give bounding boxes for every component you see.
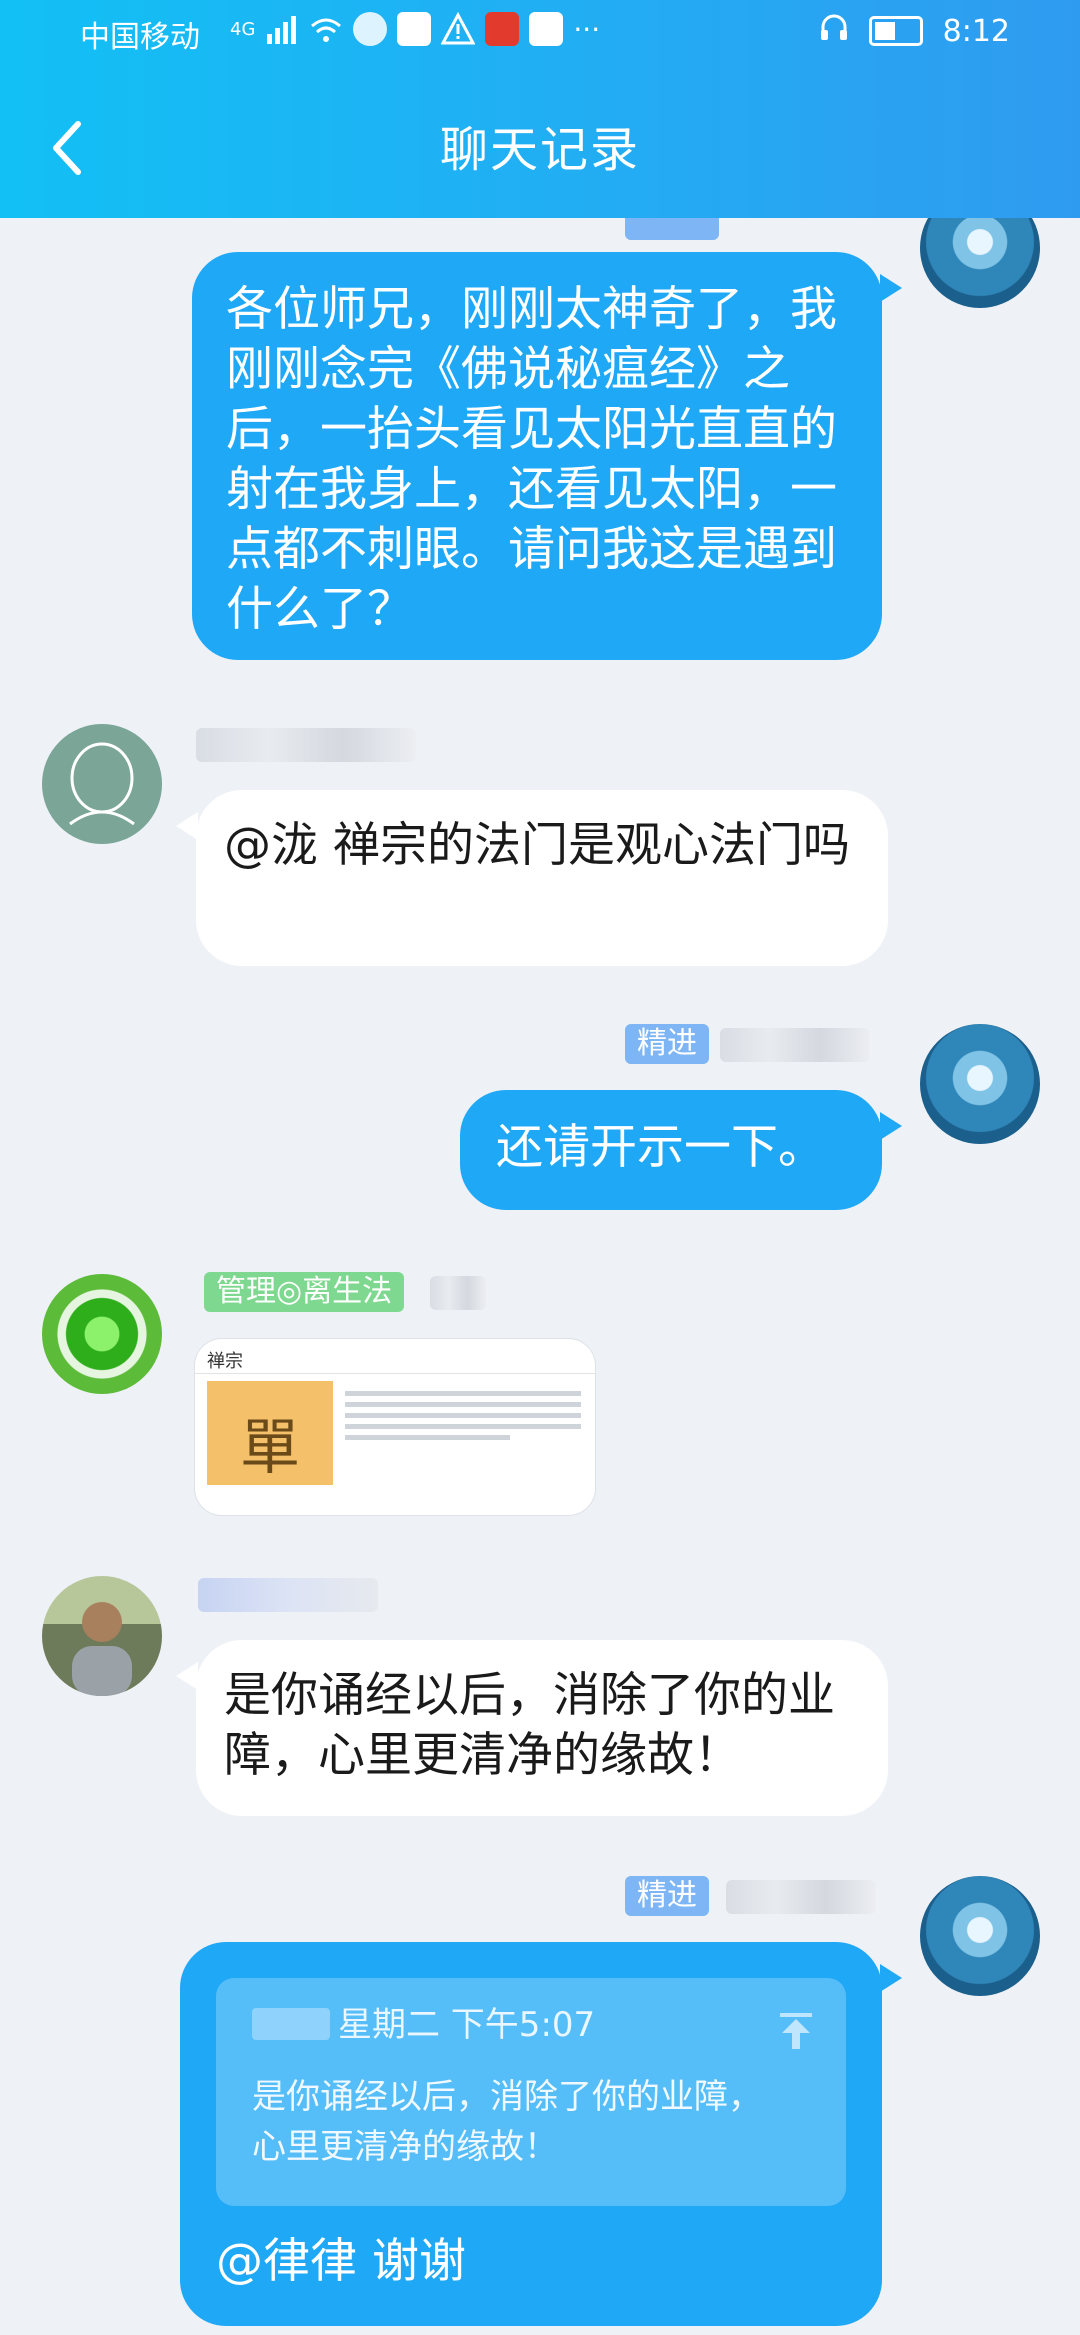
message-bubble[interactable]: 是你诵经以后，消除了你的业障，心里更清净的缘故！ xyxy=(196,1640,888,1816)
warning-icon xyxy=(440,11,476,46)
headphone-icon xyxy=(819,12,849,50)
card-image: 單 xyxy=(207,1381,333,1485)
bubble-tail xyxy=(176,1662,198,1690)
default-avatar-icon xyxy=(69,742,135,826)
baidu-app-icon xyxy=(397,12,432,46)
wifi-icon xyxy=(309,12,343,46)
card-text-lines xyxy=(345,1385,581,1446)
bubble-tail xyxy=(880,1112,902,1140)
sender-name-blurred xyxy=(430,1276,486,1310)
sender-avatar[interactable] xyxy=(42,724,162,844)
status-bar: 中国移动 4G ··· 8:12 xyxy=(0,0,1080,66)
battery-icon xyxy=(868,16,923,46)
quote-time: 星期二 下午5:07 xyxy=(338,2005,596,2045)
sender-avatar[interactable] xyxy=(42,1576,162,1696)
chat-history[interactable]: 各位师兄，刚刚太神奇了，我刚刚念完《佛说秘瘟经》之后，一抬头看见太阳光直直的射在… xyxy=(0,188,1080,2335)
checker-app-icon xyxy=(485,12,520,46)
sender-name-blurred xyxy=(720,1028,870,1062)
bubble-tail xyxy=(880,1964,902,1992)
card-title: 禅宗 xyxy=(207,1351,243,1372)
card-image-glyph: 單 xyxy=(240,1413,300,1483)
message-text: @律律 谢谢 xyxy=(216,2234,466,2289)
message-bubble[interactable]: @泷 禅宗的法门是观心法门吗 xyxy=(196,790,888,966)
message-text: 是你诵经以后，消除了你的业障，心里更清净的缘故！ xyxy=(224,1668,835,1783)
sender-badge: 精进 xyxy=(625,1024,709,1064)
message-text: 各位师兄，刚刚太神奇了，我刚刚念完《佛说秘瘟经》之后，一抬头看见太阳光直直的射在… xyxy=(226,282,837,637)
link-card[interactable]: 禅宗 單 xyxy=(194,1338,596,1516)
page-title: 聊天记录 xyxy=(439,122,640,178)
my-avatar[interactable] xyxy=(920,1876,1040,1996)
more-notifications-icon: ··· xyxy=(573,12,601,46)
bubble-tail xyxy=(176,812,198,840)
clock: 8:12 xyxy=(942,13,1010,49)
jump-to-original-icon[interactable] xyxy=(776,2006,816,2066)
sender-name-blurred xyxy=(726,1880,876,1914)
message-text: @泷 禅宗的法门是观心法门吗 xyxy=(224,818,850,873)
person-photo xyxy=(72,1602,132,1696)
quote-sender-blurred xyxy=(252,2008,330,2040)
globe-icon xyxy=(353,12,388,46)
signal-icon xyxy=(265,12,299,46)
top-bar: 中国移动 4G ··· 8:12 聊天记录 xyxy=(0,0,1080,218)
video-app-icon xyxy=(529,12,564,46)
sender-badge: 精进 xyxy=(625,1876,709,1916)
quoted-message[interactable]: 星期二 下午5:07 是你诵经以后，消除了你的业障，心里更清净的缘故！ xyxy=(216,1978,846,2206)
bubble-tail xyxy=(880,274,902,302)
sender-avatar[interactable] xyxy=(42,1274,162,1394)
nav-bar: 聊天记录 xyxy=(0,66,1080,218)
message-text: 还请开示一下。 xyxy=(496,1120,825,1175)
sender-badge: 管理◎离生法 xyxy=(204,1272,405,1312)
carrier-label: 中国移动 xyxy=(80,20,200,55)
quote-text: 是你诵经以后，消除了你的业障，心里更清净的缘故！ xyxy=(252,2077,762,2167)
network-type: 4G xyxy=(230,18,256,40)
sender-name-blurred xyxy=(196,728,416,762)
message-bubble[interactable]: 还请开示一下。 xyxy=(460,1090,882,1210)
card-title-rule xyxy=(195,1373,595,1374)
message-bubble[interactable]: 各位师兄，刚刚太神奇了，我刚刚念完《佛说秘瘟经》之后，一抬头看见太阳光直直的射在… xyxy=(192,252,882,660)
status-right: 8:12 xyxy=(819,12,1010,50)
status-icons: 4G ··· xyxy=(230,11,601,46)
my-avatar[interactable] xyxy=(920,1024,1040,1144)
sender-name-blurred xyxy=(198,1578,378,1612)
message-bubble[interactable]: 星期二 下午5:07 是你诵经以后，消除了你的业障，心里更清净的缘故！ @律律 … xyxy=(180,1942,882,2326)
